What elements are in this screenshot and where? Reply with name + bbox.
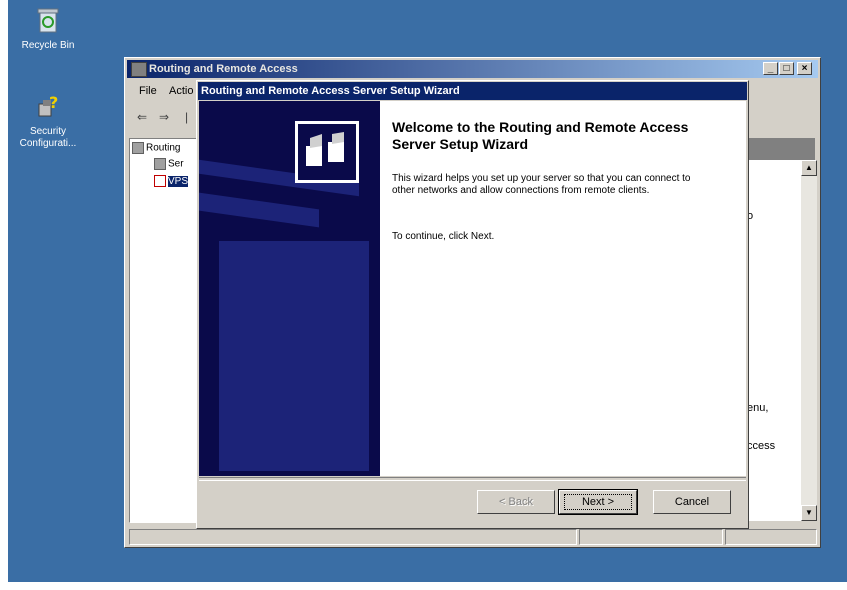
details-pane: o enu, ccess [745,160,801,521]
minimize-button[interactable]: _ [763,62,778,75]
wizard-title-bar[interactable]: Routing and Remote Access Server Setup W… [198,82,747,100]
scroll-down-button[interactable]: ▼ [801,505,817,521]
tree-item-server-status[interactable]: Ser [154,158,184,170]
banner-shape [219,241,369,471]
menu-action[interactable]: Actio [169,85,193,97]
close-button[interactable]: × [797,62,812,75]
menu-file[interactable]: File [139,85,157,97]
details-header [745,138,815,160]
cancel-button[interactable]: Cancel [653,490,731,514]
back-arrow-icon[interactable]: ⇐ [137,110,147,124]
desktop-icon-label: Security Configurati... [19,126,77,149]
network-wizard-icon [295,121,359,183]
wizard-heading: Welcome to the Routing and Remote Access… [392,119,689,152]
mmc-title: Routing and Remote Access [149,63,298,75]
status-bar [129,529,817,545]
network-icon [306,132,344,166]
security-config-icon: ? [38,93,58,117]
wizard-banner [199,101,380,476]
banner-shape [199,192,319,228]
mmc-title-bar[interactable]: Routing and Remote Access _ □ × [127,60,818,78]
app-icon [131,62,147,77]
routing-icon [132,142,144,154]
next-button[interactable]: Next > [558,489,638,515]
console-tree: Routing Ser VPS [129,138,201,523]
details-text-fragment: enu, [747,402,769,414]
scroll-up-button[interactable]: ▲ [801,160,817,176]
desktop-icon-security-configuration[interactable]: ? Security Configurati... [8,92,88,150]
desktop-icon-label: Recycle Bin [21,40,75,51]
wizard-body: Welcome to the Routing and Remote Access… [199,101,746,476]
focus-rect [564,494,632,510]
tree-item-label: Ser [168,158,184,170]
tree-item-routing[interactable]: Routing [132,142,180,154]
status-cell [579,529,723,545]
tree-item-vps[interactable]: VPS [154,175,189,187]
status-cell [725,529,817,545]
server-icon [154,158,166,170]
vertical-scrollbar[interactable]: ▲ ▼ [801,160,817,521]
back-button[interactable]: < Back [477,490,555,514]
status-cell [129,529,577,545]
desktop: Recycle Bin ? Security Configurati... Ro… [8,0,847,582]
toolbar-divider: | [185,110,189,124]
forward-arrow-icon[interactable]: ⇒ [159,110,169,124]
wizard-title: Routing and Remote Access Server Setup W… [201,85,460,97]
recycle-bin-icon [37,8,59,33]
setup-wizard-dialog: Routing and Remote Access Server Setup W… [196,80,749,529]
divider [199,477,746,481]
tree-item-label: VPS [168,175,189,187]
details-text-fragment: ccess [747,440,776,452]
server-stopped-icon [154,175,166,187]
wizard-instruction: To continue, click Next. [392,231,495,242]
desktop-icon-recycle-bin[interactable]: Recycle Bin [8,6,88,52]
svg-text:?: ? [49,93,58,112]
tree-item-label: Routing [146,142,181,154]
wizard-description: This wizard helps you set up your server… [392,173,691,196]
maximize-button[interactable]: □ [779,62,794,75]
